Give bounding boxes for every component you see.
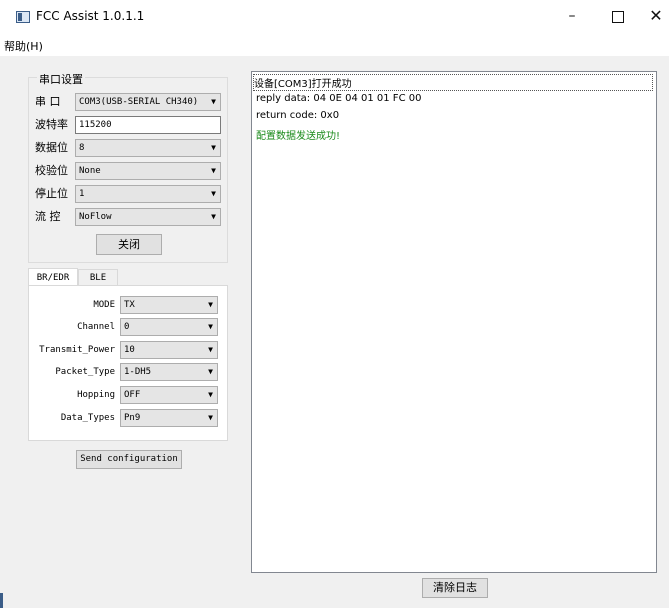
chevron-down-icon: ▼ [208,413,213,422]
send-configuration-button[interactable]: Send configuration [76,450,182,469]
hopping-select[interactable]: OFF ▼ [120,386,218,404]
data-types-value: Pn9 [124,413,141,423]
flow-value: NoFlow [79,212,112,222]
chevron-down-icon: ▼ [211,189,216,198]
hopping-label: Hopping [77,390,115,400]
menu-bar: 帮助(H) [0,34,669,56]
port-select[interactable]: COM3(USB-SERIAL CH340) ▼ [75,93,221,111]
serial-settings-legend: 串口设置 [37,71,85,87]
parity-value: None [79,166,101,176]
window-edge-accent [0,593,3,608]
window-title: FCC Assist 1.0.1.1 [36,9,145,23]
minimize-button[interactable]: – [552,5,592,29]
transmit-power-value: 10 [124,345,135,355]
flow-label: 流 控 [35,210,61,223]
maximize-button[interactable] [598,5,638,29]
port-value: COM3(USB-SERIAL CH340) [79,97,199,107]
log-line: reply data: 04 0E 04 01 01 FC 00 [256,93,422,104]
stopbits-value: 1 [79,189,85,199]
chevron-down-icon: ▼ [208,345,213,354]
clear-log-button[interactable]: 清除日志 [422,578,488,598]
packet-type-value: 1-DH5 [124,367,152,377]
close-port-button[interactable]: 关闭 [96,234,162,255]
close-window-button[interactable]: ✕ [636,5,669,29]
chevron-down-icon: ▼ [208,390,213,399]
baud-label: 波特率 [35,118,68,131]
serial-settings-group: 串口设置 串 口 COM3(USB-SERIAL CH340) ▼ 波特率 115… [28,71,228,263]
channel-label: Channel [77,322,115,332]
channel-select[interactable]: 0 ▼ [120,318,218,336]
channel-value: 0 [124,322,130,332]
chevron-down-icon: ▼ [211,212,216,221]
baud-input[interactable]: 115200 [75,116,221,134]
hopping-value: OFF [124,390,141,400]
data-types-label: Data_Types [60,413,115,423]
menu-help[interactable]: 帮助(H) [4,38,43,54]
maximize-icon [612,11,624,23]
data-types-select[interactable]: Pn9 ▼ [120,409,218,427]
chevron-down-icon: ▼ [208,300,213,309]
chevron-down-icon: ▼ [211,166,216,175]
transmit-power-select[interactable]: 10 ▼ [120,341,218,359]
transmit-power-label: Transmit_Power [39,345,115,355]
port-label: 串 口 [35,95,61,108]
packet-type-select[interactable]: 1-DH5 ▼ [120,363,218,381]
stopbits-select[interactable]: 1 ▼ [75,185,221,203]
mode-select[interactable]: TX ▼ [120,296,218,314]
parity-select[interactable]: None ▼ [75,162,221,180]
chevron-down-icon: ▼ [211,97,216,106]
log-textbox[interactable]: 设备[COM3]打开成功 reply data: 04 0E 04 01 01 … [251,71,657,573]
packet-type-label: Packet_Type [55,367,115,377]
databits-select[interactable]: 8 ▼ [75,139,221,157]
tab-ble[interactable]: BLE [78,269,118,286]
stopbits-label: 停止位 [35,187,68,200]
log-line-success: 配置数据发送成功! [256,131,341,142]
mode-value: TX [124,300,135,310]
chevron-down-icon: ▼ [211,143,216,152]
mode-label: MODE [93,300,115,310]
log-line: return code: 0x0 [256,110,340,121]
databits-label: 数据位 [35,141,68,154]
br-edr-panel: MODE TX ▼ Channel 0 ▼ Transmit_Power 10 ▼ P… [28,285,228,441]
chevron-down-icon: ▼ [208,322,213,331]
parity-label: 校验位 [35,164,68,177]
databits-value: 8 [79,143,85,153]
log-line: 设备[COM3]打开成功 [253,74,653,91]
chevron-down-icon: ▼ [208,367,213,376]
app-icon [16,11,30,23]
flow-select[interactable]: NoFlow ▼ [75,208,221,226]
title-bar: FCC Assist 1.0.1.1 – ✕ [0,0,669,34]
